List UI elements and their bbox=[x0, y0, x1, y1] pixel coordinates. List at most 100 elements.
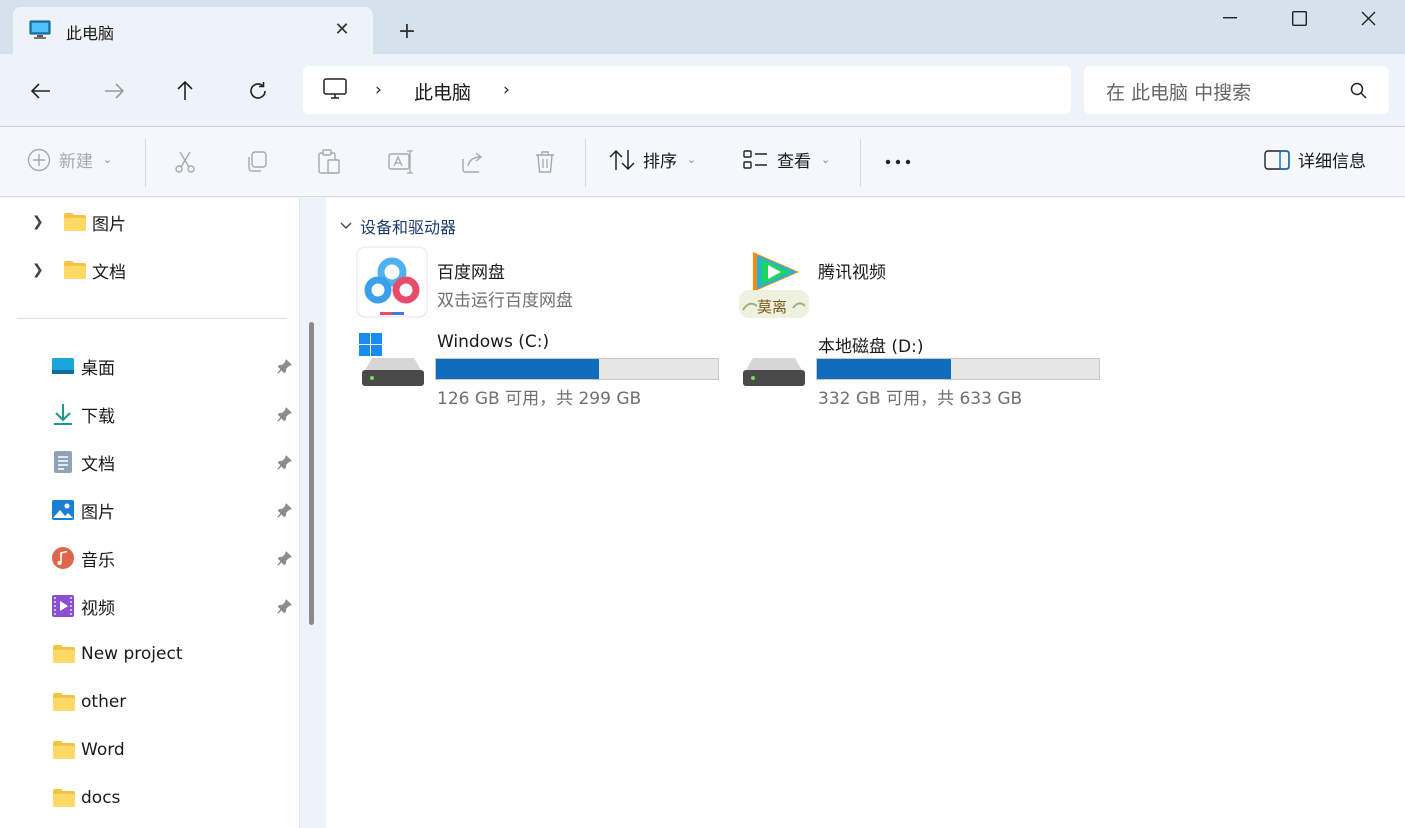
sidebar-item-label: 视频 bbox=[81, 598, 115, 619]
folder-icon bbox=[63, 259, 87, 281]
sidebar-item-label: 文档 bbox=[92, 262, 126, 283]
up-button[interactable] bbox=[168, 74, 202, 108]
copy-button[interactable] bbox=[244, 149, 270, 175]
sidebar-item-new-project[interactable]: New project bbox=[0, 634, 300, 674]
back-button[interactable] bbox=[24, 74, 58, 108]
drive-d-usage-fill bbox=[817, 359, 952, 379]
navigation-pane: ❯ 图片 ❯ 文档 桌面 下载 文档 图片 音乐 视频 New project … bbox=[0, 198, 300, 828]
app-item-tencent-video[interactable]: 莫离 腾讯视频 bbox=[737, 246, 1107, 324]
pin-icon[interactable] bbox=[276, 357, 294, 375]
breadcrumb-chevron-icon[interactable]: › bbox=[375, 80, 382, 100]
pin-icon[interactable] bbox=[276, 549, 294, 567]
sidebar-item-pictures-tree[interactable]: ❯ 图片 bbox=[0, 202, 300, 242]
breadcrumb-this-pc[interactable]: 此电脑 bbox=[414, 78, 471, 105]
back-arrow-icon bbox=[31, 83, 50, 99]
minimize-button[interactable] bbox=[1196, 0, 1264, 36]
sidebar-item-desktop[interactable]: 桌面 bbox=[0, 346, 300, 386]
folder-icon bbox=[52, 643, 76, 665]
sidebar-item-label: 桌面 bbox=[81, 358, 115, 379]
windows-drive-icon bbox=[358, 332, 424, 392]
computer-icon bbox=[29, 20, 51, 40]
app-badge: 莫离 bbox=[757, 298, 788, 316]
add-circle-icon bbox=[27, 148, 51, 171]
drive-d-usage-bar bbox=[816, 358, 1100, 380]
more-dots-icon bbox=[885, 159, 911, 165]
sidebar-scrollbar[interactable] bbox=[309, 322, 314, 625]
new-button[interactable]: 新建 ⌄ bbox=[27, 147, 112, 172]
breadcrumb-chevron-icon[interactable]: › bbox=[503, 80, 510, 100]
copy-icon bbox=[248, 151, 267, 172]
folder-icon bbox=[52, 739, 76, 761]
sort-icon bbox=[609, 149, 635, 170]
sort-button[interactable]: 排序 ⌄ bbox=[609, 147, 696, 172]
sidebar-item-other[interactable]: other bbox=[0, 682, 300, 722]
rename-button[interactable] bbox=[388, 149, 414, 175]
sidebar-item-label: 文档 bbox=[81, 454, 115, 475]
details-label: 详细信息 bbox=[1298, 152, 1366, 172]
share-button[interactable] bbox=[460, 149, 486, 175]
pin-icon[interactable] bbox=[276, 405, 294, 423]
delete-button[interactable] bbox=[532, 149, 558, 175]
cut-button[interactable] bbox=[172, 149, 198, 175]
sidebar-item-downloads[interactable]: 下载 bbox=[0, 394, 300, 434]
group-header-devices[interactable]: 设备和驱动器 bbox=[340, 214, 456, 238]
pin-icon[interactable] bbox=[276, 501, 294, 519]
sidebar-item-label: Word bbox=[81, 740, 125, 760]
expand-chevron-icon[interactable]: ❯ bbox=[32, 262, 44, 278]
command-bar: 新建 ⌄ 排序 ⌄ 查看 ⌄ 详细信息 bbox=[0, 127, 1405, 197]
documents-icon bbox=[51, 451, 75, 473]
more-options-button[interactable] bbox=[885, 149, 911, 175]
app-subtitle: 双击运行百度网盘 bbox=[437, 291, 573, 311]
paste-button[interactable] bbox=[316, 149, 342, 175]
computer-outline-icon bbox=[323, 78, 347, 104]
sidebar-item-documents-tree[interactable]: ❯ 文档 bbox=[0, 250, 300, 290]
sidebar-item-pictures[interactable]: 图片 bbox=[0, 490, 300, 530]
sidebar-item-label: 图片 bbox=[81, 502, 115, 523]
pin-icon[interactable] bbox=[276, 597, 294, 615]
drive-usage: 126 GB 可用，共 299 GB bbox=[437, 389, 642, 409]
sidebar-item-docs[interactable]: docs bbox=[0, 778, 300, 818]
forward-button[interactable] bbox=[97, 74, 131, 108]
close-tab-icon[interactable]: ✕ bbox=[329, 16, 355, 42]
address-bar[interactable]: › 此电脑 › bbox=[303, 66, 1071, 114]
title-bar: 此电脑 ✕ + bbox=[0, 0, 1405, 54]
refresh-button[interactable] bbox=[241, 74, 275, 108]
forward-arrow-icon bbox=[105, 83, 124, 99]
refresh-icon bbox=[250, 82, 266, 99]
drive-name: Windows (C:) bbox=[437, 332, 550, 352]
pin-icon[interactable] bbox=[276, 453, 294, 471]
trash-icon bbox=[536, 151, 554, 173]
expand-chevron-icon[interactable]: ❯ bbox=[32, 214, 44, 230]
close-window-button[interactable] bbox=[1334, 0, 1402, 36]
toolbar-divider bbox=[860, 139, 861, 187]
sidebar-item-videos[interactable]: 视频 bbox=[0, 586, 300, 626]
navigation-bar: › 此电脑 › 在 此电脑 中搜索 bbox=[0, 54, 1405, 127]
sort-label: 排序 bbox=[643, 152, 677, 172]
sidebar-item-word[interactable]: Word bbox=[0, 730, 300, 770]
hard-drive-icon bbox=[739, 332, 805, 392]
details-pane-button[interactable]: 详细信息 bbox=[1264, 147, 1366, 172]
sidebar-item-documents[interactable]: 文档 bbox=[0, 442, 300, 482]
tab-this-pc[interactable]: 此电脑 ✕ bbox=[13, 7, 373, 54]
view-label: 查看 bbox=[777, 152, 811, 172]
clipboard-icon bbox=[318, 149, 340, 174]
sidebar-item-music[interactable]: 音乐 bbox=[0, 538, 300, 578]
sidebar-item-label: 下载 bbox=[81, 406, 115, 427]
toolbar-divider bbox=[585, 139, 586, 187]
desktop-icon bbox=[51, 355, 75, 377]
sidebar-item-label: 图片 bbox=[92, 214, 126, 235]
scissors-icon bbox=[175, 151, 195, 173]
sidebar-item-label: 音乐 bbox=[81, 550, 115, 571]
search-box[interactable]: 在 此电脑 中搜索 bbox=[1084, 66, 1389, 114]
maximize-button[interactable] bbox=[1265, 0, 1333, 36]
share-icon bbox=[462, 152, 483, 173]
baidu-netdisk-icon bbox=[356, 246, 428, 322]
folder-icon bbox=[52, 787, 76, 809]
sidebar-item-label: other bbox=[81, 692, 127, 712]
app-name: 腾讯视频 bbox=[818, 263, 886, 283]
new-tab-button[interactable]: + bbox=[392, 16, 422, 46]
search-icon[interactable] bbox=[1350, 82, 1368, 104]
view-button[interactable]: 查看 ⌄ bbox=[743, 147, 830, 172]
app-name: 百度网盘 bbox=[437, 263, 505, 283]
app-item-baidu-netdisk[interactable]: 百度网盘 双击运行百度网盘 bbox=[356, 246, 726, 324]
